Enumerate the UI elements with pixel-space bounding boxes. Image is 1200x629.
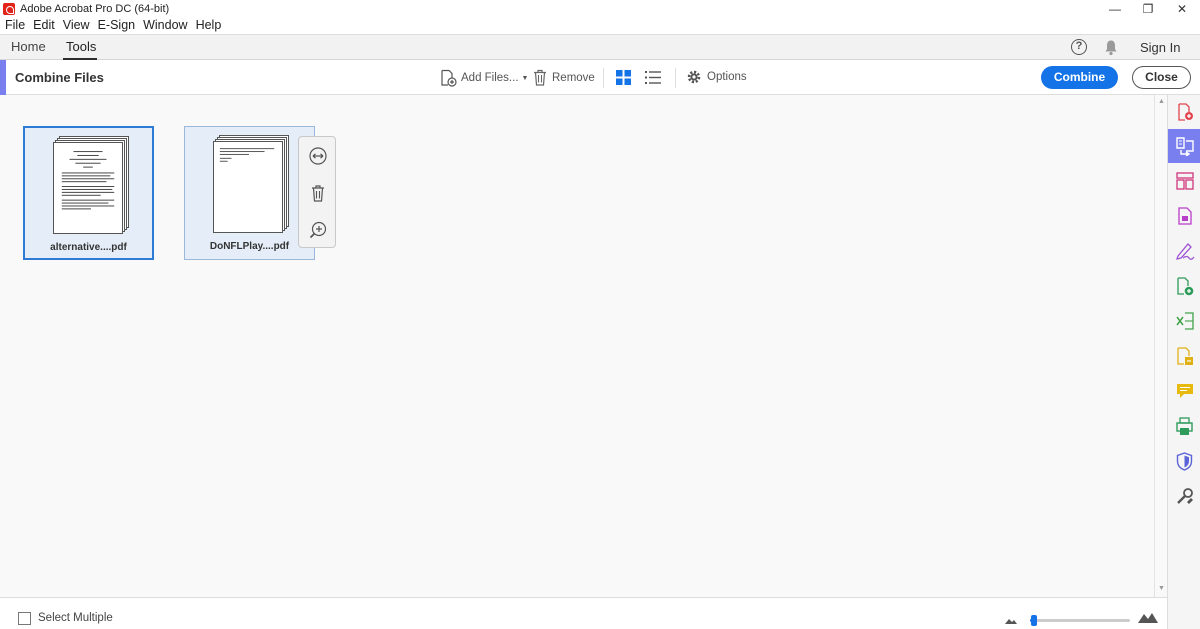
wrench-icon <box>1176 488 1193 504</box>
vertical-scrollbar[interactable]: ▲ ▼ <box>1154 95 1167 597</box>
tab-tools[interactable]: Tools <box>66 39 96 54</box>
trash-icon <box>534 69 546 86</box>
scan-ocr-icon <box>1177 346 1193 365</box>
scroll-down-icon[interactable]: ▼ <box>1158 585 1165 592</box>
maximize-icon: ❐ <box>1142 2 1154 16</box>
export-spreadsheet-icon <box>1175 312 1194 330</box>
edit-pdf-button[interactable] <box>1168 269 1200 303</box>
close-icon: ✕ <box>1176 2 1188 16</box>
minimize-button[interactable]: — <box>1097 0 1133 18</box>
export-pdf-icon <box>1177 207 1192 225</box>
menu-window[interactable]: Window <box>143 18 187 32</box>
file-name: alternative....pdf <box>50 242 127 253</box>
menu-esign[interactable]: E-Sign <box>98 18 136 32</box>
list-view-icon[interactable] <box>645 70 661 85</box>
zoom-slider[interactable] <box>1030 615 1130 626</box>
fill-sign-icon <box>1175 243 1194 260</box>
maximize-button[interactable]: ❐ <box>1130 0 1166 18</box>
zoom-in-icon[interactable] <box>309 221 327 239</box>
add-files-button[interactable]: Add Files... ▼ <box>439 69 528 87</box>
remove-label: Remove <box>552 71 595 84</box>
comment-button[interactable] <box>1168 374 1200 408</box>
print-production-button[interactable] <box>1168 409 1200 443</box>
file-hover-actions <box>298 136 336 248</box>
scroll-up-icon[interactable]: ▲ <box>1158 98 1165 105</box>
more-tools-button[interactable] <box>1168 479 1200 513</box>
menu-view[interactable]: View <box>63 18 90 32</box>
add-files-label: Add Files... <box>461 72 519 84</box>
rotate-expand-icon[interactable] <box>309 147 327 165</box>
zoom-slider-thumb[interactable] <box>1031 615 1037 626</box>
toolbar-divider <box>603 68 604 88</box>
tool-accent-bar <box>0 60 6 95</box>
tab-home[interactable]: Home <box>11 39 46 54</box>
acrobat-logo-icon <box>3 3 15 15</box>
page-preview <box>213 141 283 233</box>
edit-pdf-icon <box>1177 276 1194 295</box>
menu-help[interactable]: Help <box>196 18 222 32</box>
file-thumbnail[interactable]: DoNFLPlay....pdf <box>184 126 315 260</box>
close-window-button[interactable]: ✕ <box>1164 0 1200 18</box>
create-pdf-icon <box>1177 103 1193 121</box>
export-spreadsheet-button[interactable] <box>1168 304 1200 338</box>
add-file-icon <box>441 69 457 87</box>
organize-pages-button[interactable] <box>1168 164 1200 198</box>
window-title: Adobe Acrobat Pro DC (64-bit) <box>20 3 170 15</box>
select-multiple-label: Select Multiple <box>38 612 113 624</box>
scan-ocr-button[interactable] <box>1168 339 1200 373</box>
file-name: DoNFLPlay....pdf <box>209 241 290 252</box>
print-production-icon <box>1176 416 1193 435</box>
comment-icon <box>1176 384 1193 398</box>
minimize-icon: — <box>1109 2 1121 16</box>
trash-icon[interactable] <box>309 184 327 202</box>
export-pdf-button[interactable] <box>1168 199 1200 233</box>
menu-file[interactable]: File <box>5 18 25 32</box>
combine-button[interactable]: Combine <box>1041 66 1118 89</box>
notification-bell-icon[interactable] <box>1103 39 1119 56</box>
menu-bar: File Edit View E-Sign Window Help <box>0 17 1200 33</box>
page-stack <box>53 136 131 236</box>
protect-button[interactable] <box>1168 444 1200 478</box>
select-multiple-checkbox[interactable] <box>18 612 31 625</box>
file-thumbnail[interactable]: alternative....pdf <box>23 126 154 260</box>
thumbnail-view-icon[interactable] <box>616 70 631 85</box>
chevron-down-icon: ▼ <box>521 74 529 82</box>
options-button[interactable]: Options <box>686 69 747 85</box>
page-stack <box>213 135 291 235</box>
fill-sign-button[interactable] <box>1168 234 1200 268</box>
close-tool-button[interactable]: Close <box>1132 66 1191 89</box>
remove-button[interactable]: Remove <box>532 69 595 86</box>
tool-title: Combine Files <box>15 70 104 85</box>
combine-files-button[interactable] <box>1168 129 1200 163</box>
menu-edit[interactable]: Edit <box>33 18 55 32</box>
zoom-in-mountain-icon[interactable] <box>1138 611 1158 623</box>
help-icon[interactable]: ? <box>1071 39 1087 55</box>
zoom-out-mountain-icon[interactable] <box>1005 618 1017 624</box>
page-preview <box>53 142 123 234</box>
combine-files-icon <box>1175 137 1194 156</box>
tools-right-rail <box>1167 95 1200 629</box>
shield-icon <box>1176 451 1193 471</box>
bottom-bar: Select Multiple <box>0 597 1167 629</box>
toolbar-divider <box>675 68 676 88</box>
create-pdf-button[interactable] <box>1168 95 1200 129</box>
gear-icon <box>687 70 701 84</box>
organize-pages-icon <box>1175 172 1194 190</box>
sign-in-link[interactable]: Sign In <box>1140 40 1180 55</box>
combine-files-workspace: alternative....pdf DoNFLPlay....pdf <box>0 95 1154 597</box>
nav-bar: Home Tools ? Sign In <box>0 34 1200 60</box>
options-label: Options <box>707 71 747 83</box>
title-bar: Adobe Acrobat Pro DC (64-bit) — ❐ ✕ <box>0 0 1200 18</box>
tool-toolbar: Combine Files Add Files... ▼ Remove Opti… <box>0 60 1200 95</box>
